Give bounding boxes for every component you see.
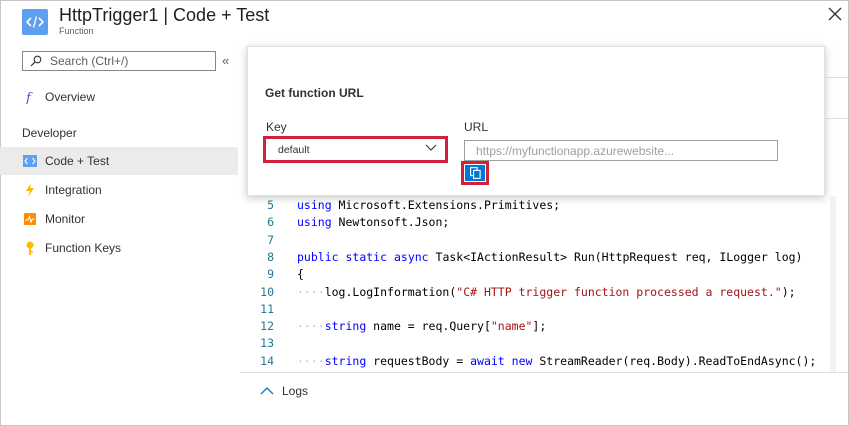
svg-text:f: f [25, 91, 33, 104]
line-number: 10 [260, 284, 274, 299]
chevron-down-icon [425, 144, 437, 151]
line-number: 6 [267, 215, 274, 230]
get-function-url-popup: Get function URL Key URL default [247, 46, 825, 196]
key-dropdown[interactable]: default [267, 140, 444, 159]
function-icon: f [23, 90, 37, 104]
collapse-sidebar-button[interactable]: « [222, 53, 229, 68]
section-label-developer: Developer [22, 126, 77, 140]
url-label: URL [464, 120, 489, 134]
lightning-icon [23, 183, 37, 197]
sidebar-item-label: Monitor [45, 212, 86, 226]
code-icon [23, 154, 37, 168]
copy-url-button[interactable] [465, 165, 485, 181]
copy-icon [469, 167, 481, 179]
url-field[interactable] [464, 140, 778, 161]
close-icon [828, 7, 842, 21]
popup-title: Get function URL [265, 86, 364, 100]
sidebar-item-overview[interactable]: f Overview [0, 83, 238, 111]
blade-header: HttpTrigger1 | Code + Test Function [0, 0, 849, 44]
key-label: Key [266, 120, 287, 134]
sidebar-item-function-keys[interactable]: Function Keys [0, 234, 238, 262]
sidebar: « f Overview Developer Code + Test Integ… [0, 44, 240, 425]
code-text: ····string requestBody = await new Strea… [297, 353, 817, 368]
sidebar-item-code-test[interactable]: Code + Test [0, 147, 238, 175]
sidebar-item-label: Overview [45, 90, 96, 104]
line-number: 5 [267, 198, 274, 212]
code-text: using Newtonsoft.Json; [297, 215, 450, 230]
search-icon [30, 55, 42, 67]
code-text: public static async Task<IActionResult> … [297, 249, 803, 264]
logs-panel [240, 372, 848, 412]
search-box[interactable] [22, 51, 216, 71]
page-subtitle: Function [59, 26, 94, 36]
line-number: 8 [267, 249, 274, 264]
function-code-icon [22, 9, 48, 35]
line-number: 11 [260, 301, 274, 316]
editor-scrollbar[interactable] [830, 196, 836, 372]
close-button[interactable] [826, 5, 844, 23]
page-title: HttpTrigger1 | Code + Test [59, 5, 270, 25]
line-number: 12 [260, 319, 274, 334]
sidebar-item-integration[interactable]: Integration [0, 176, 238, 204]
logs-label: Logs [282, 384, 309, 398]
code-text: ····string name = req.Query["name"]; [297, 319, 547, 334]
toolbar-divider [826, 77, 848, 78]
code-text: ····log.LogInformation("C# HTTP trigger … [297, 284, 796, 299]
monitor-icon [23, 212, 37, 226]
line-number: 14 [260, 353, 274, 368]
code-text: using Microsoft.Extensions.Primitives; [297, 198, 561, 212]
line-number: 13 [260, 336, 274, 351]
toolbar-divider [826, 118, 848, 119]
key-dropdown-value: default [278, 143, 310, 156]
line-number: 7 [267, 232, 274, 247]
code-text: { [297, 267, 304, 282]
sidebar-item-label: Integration [45, 183, 102, 197]
sidebar-item-monitor[interactable]: Monitor [0, 205, 238, 233]
code-editor[interactable]: 5 using Microsoft.Extensions.Primitives; 6… [240, 196, 830, 372]
key-icon [23, 241, 37, 255]
chevron-up-icon [260, 387, 274, 395]
line-number: 9 [267, 267, 274, 282]
search-input[interactable] [50, 54, 210, 68]
sidebar-item-label: Function Keys [45, 241, 122, 255]
logs-toggle[interactable]: Logs [260, 384, 308, 398]
sidebar-item-label: Code + Test [45, 154, 110, 168]
